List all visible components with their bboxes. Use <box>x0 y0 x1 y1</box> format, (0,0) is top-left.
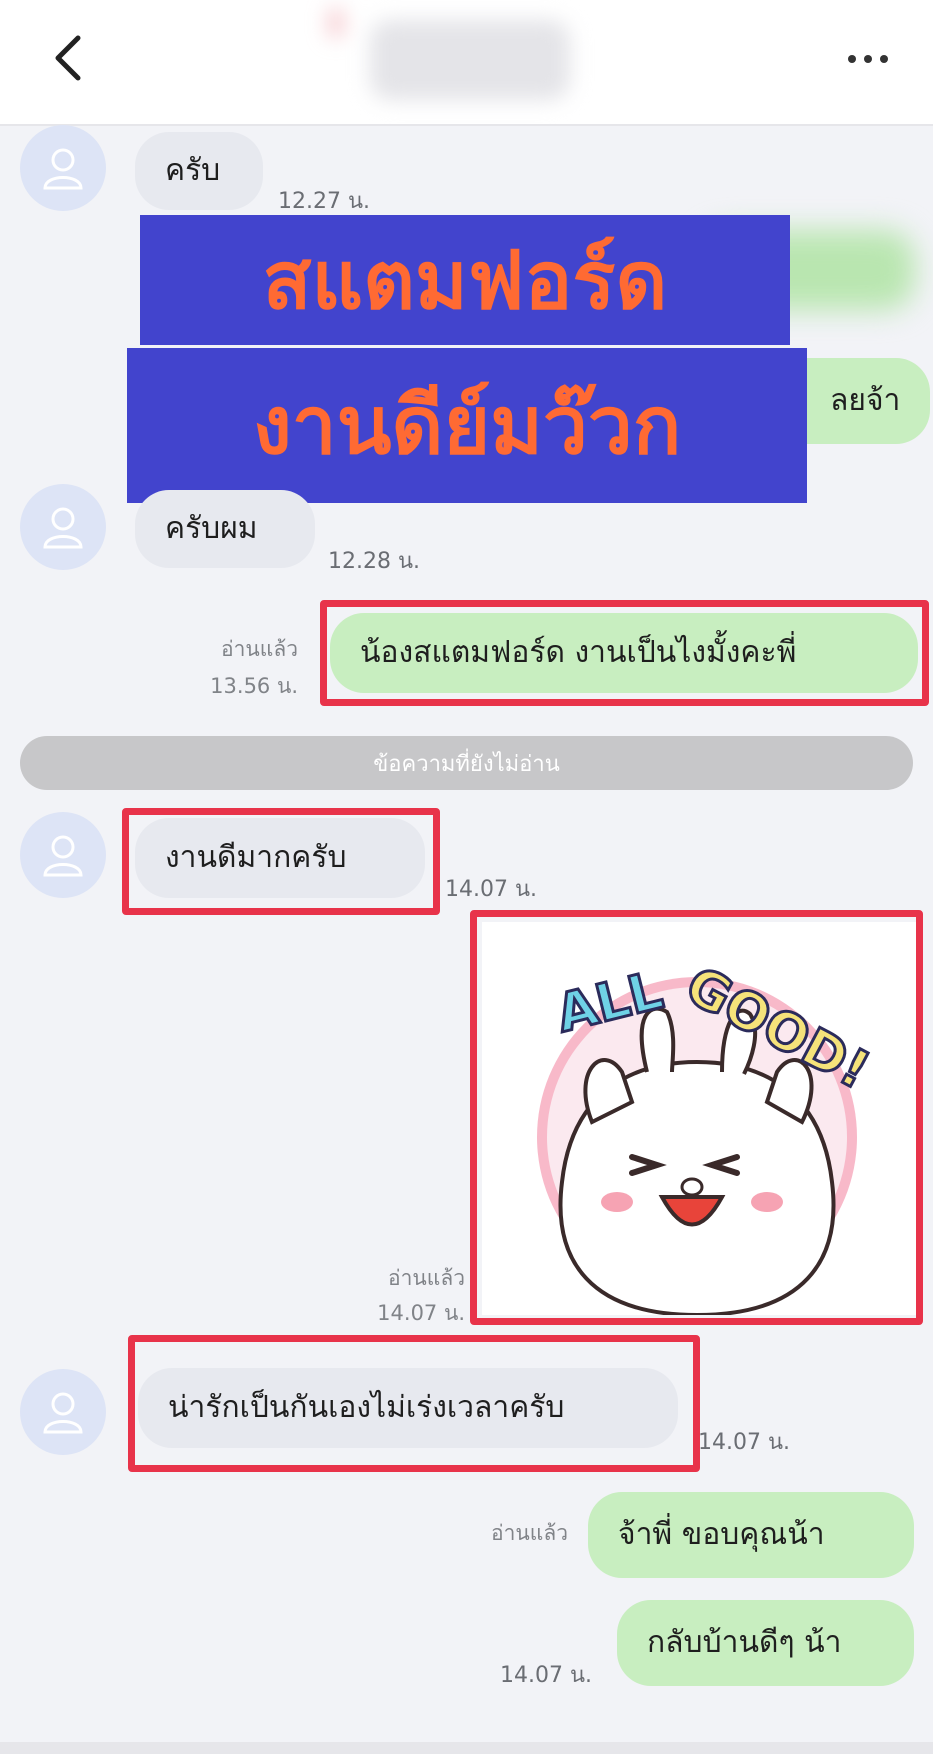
message-time: 13.56 น. <box>210 674 298 698</box>
read-receipt: อ่านแล้ว <box>491 1521 568 1545</box>
message-text: ลยจ้า <box>830 383 901 418</box>
incoming-message-bubble[interactable]: น่ารักเป็นกันเองไม่เร่งเวลาครับ <box>138 1368 678 1448</box>
avatar[interactable] <box>20 125 106 211</box>
avatar[interactable] <box>20 484 106 570</box>
input-bar-edge <box>0 1742 933 1754</box>
read-receipt: อ่านแล้ว <box>388 1266 465 1290</box>
message-time: 12.28 น. <box>328 549 421 574</box>
read-receipt: อ่านแล้ว <box>221 637 298 661</box>
back-button[interactable] <box>40 28 100 88</box>
message-time: 14.07 น. <box>500 1663 593 1688</box>
message-time: 12.27 น. <box>278 189 371 214</box>
chevron-left-icon <box>55 35 81 81</box>
highlight-box <box>470 910 923 1325</box>
user-icon <box>43 835 83 877</box>
more-options-button[interactable] <box>838 44 898 74</box>
user-icon <box>43 1392 83 1434</box>
avatar[interactable] <box>20 1369 106 1455</box>
chat-header <box>0 0 933 126</box>
message-time: 14.07 น. <box>377 1301 465 1325</box>
incoming-message-bubble[interactable]: งานดีมากครับ <box>135 818 425 898</box>
incoming-message-bubble[interactable]: ครับ <box>135 132 263 210</box>
avatar[interactable] <box>20 812 106 898</box>
blurred-contact-name <box>370 20 570 100</box>
more-horizontal-icon <box>848 55 888 63</box>
message-time: 14.07 น. <box>445 877 538 902</box>
user-icon <box>43 507 83 549</box>
incoming-message-bubble[interactable]: ครับผม <box>135 490 315 568</box>
overlay-banner-line1: สแตมฟอร์ด <box>140 215 790 345</box>
user-icon <box>43 148 83 190</box>
message-time: 14.07 น. <box>698 1430 791 1455</box>
unread-divider: ข้อความที่ยังไม่อ่าน <box>20 736 913 790</box>
outgoing-message-bubble[interactable]: น้องสแตมฟอร์ด งานเป็นไงมั้งคะพี่ <box>330 613 918 693</box>
outgoing-message-bubble[interactable]: กลับบ้านดีๆ น้า <box>617 1600 914 1686</box>
outgoing-message-bubble[interactable]: จ้าพี่ ขอบคุณน้า <box>588 1492 914 1578</box>
overlay-banner-line2: งานดีย์มว๊วก <box>127 348 807 503</box>
